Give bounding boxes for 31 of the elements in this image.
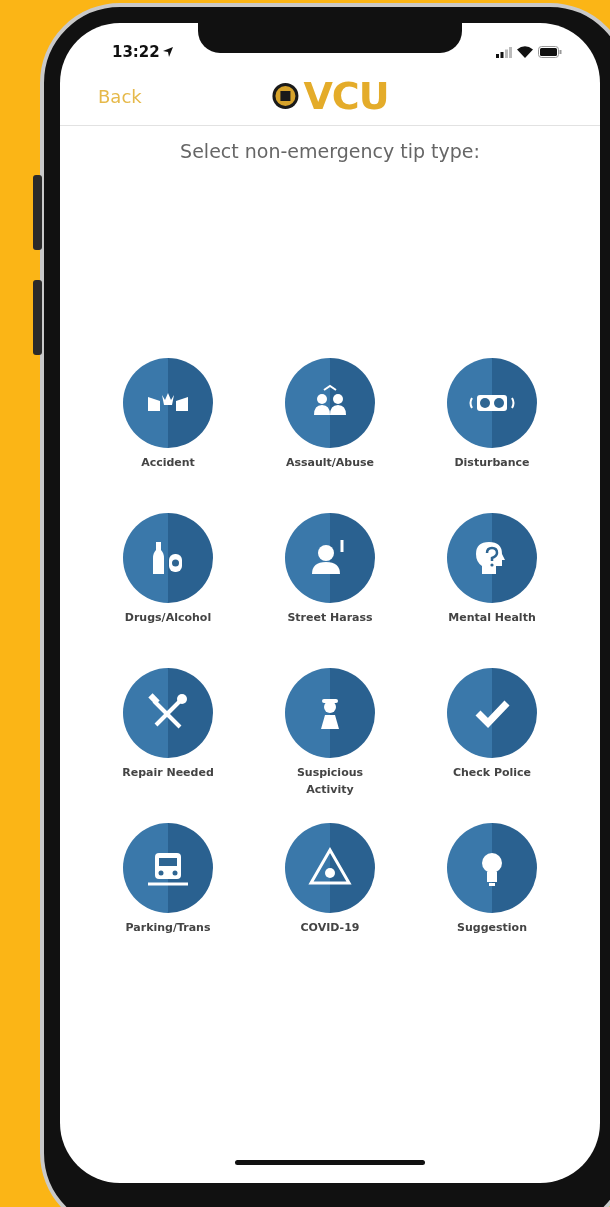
tip-type-button[interactable]: Mental Health (411, 513, 573, 650)
head-question-icon (447, 513, 537, 603)
tip-type-button[interactable]: Repair Needed (87, 668, 249, 805)
tip-type-button[interactable]: COVID-19 (249, 823, 411, 960)
tip-type-button[interactable]: Parking/Trans (87, 823, 249, 960)
tip-type-button[interactable]: Accident (87, 358, 249, 495)
signal-icon (496, 46, 512, 58)
lightbulb-icon (447, 823, 537, 913)
location-arrow-icon (162, 47, 173, 57)
tip-type-button[interactable]: Suggestion (411, 823, 573, 960)
checkmark-icon (447, 668, 537, 758)
tip-type-button[interactable]: Disturbance (411, 358, 573, 495)
tip-type-button[interactable]: Drugs/Alcohol (87, 513, 249, 650)
car-front-icon (123, 823, 213, 913)
tip-type-button[interactable]: Check Police (411, 668, 573, 805)
hazard-triangle-icon (285, 823, 375, 913)
bottle-icon (123, 513, 213, 603)
tip-type-button[interactable]: Suspicious Activity (249, 668, 411, 805)
boombox-icon (447, 358, 537, 448)
status-time: 13:22 (112, 43, 173, 61)
seal-emblem-icon (271, 82, 300, 110)
battery-icon (538, 46, 562, 58)
page-title: Select non-emergency tip type: (179, 140, 481, 162)
person-hat-icon (285, 668, 375, 758)
wifi-icon (517, 46, 533, 58)
tip-type-button[interactable]: Street Harass (249, 513, 411, 650)
two-people-icon (285, 358, 375, 448)
hammer-wrench-icon (123, 668, 213, 758)
person-speaking-icon (285, 513, 375, 603)
logo-text: VCU (303, 74, 389, 118)
tip-type-button[interactable]: Assault/Abuse (249, 358, 411, 495)
